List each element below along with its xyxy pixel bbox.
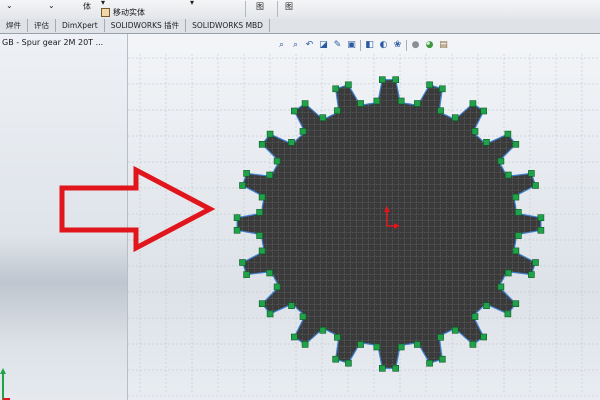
reference-triad-icon: [0, 368, 10, 400]
annotation-arrow-layer: [59, 165, 216, 253]
red-arrow-icon: [59, 165, 216, 253]
